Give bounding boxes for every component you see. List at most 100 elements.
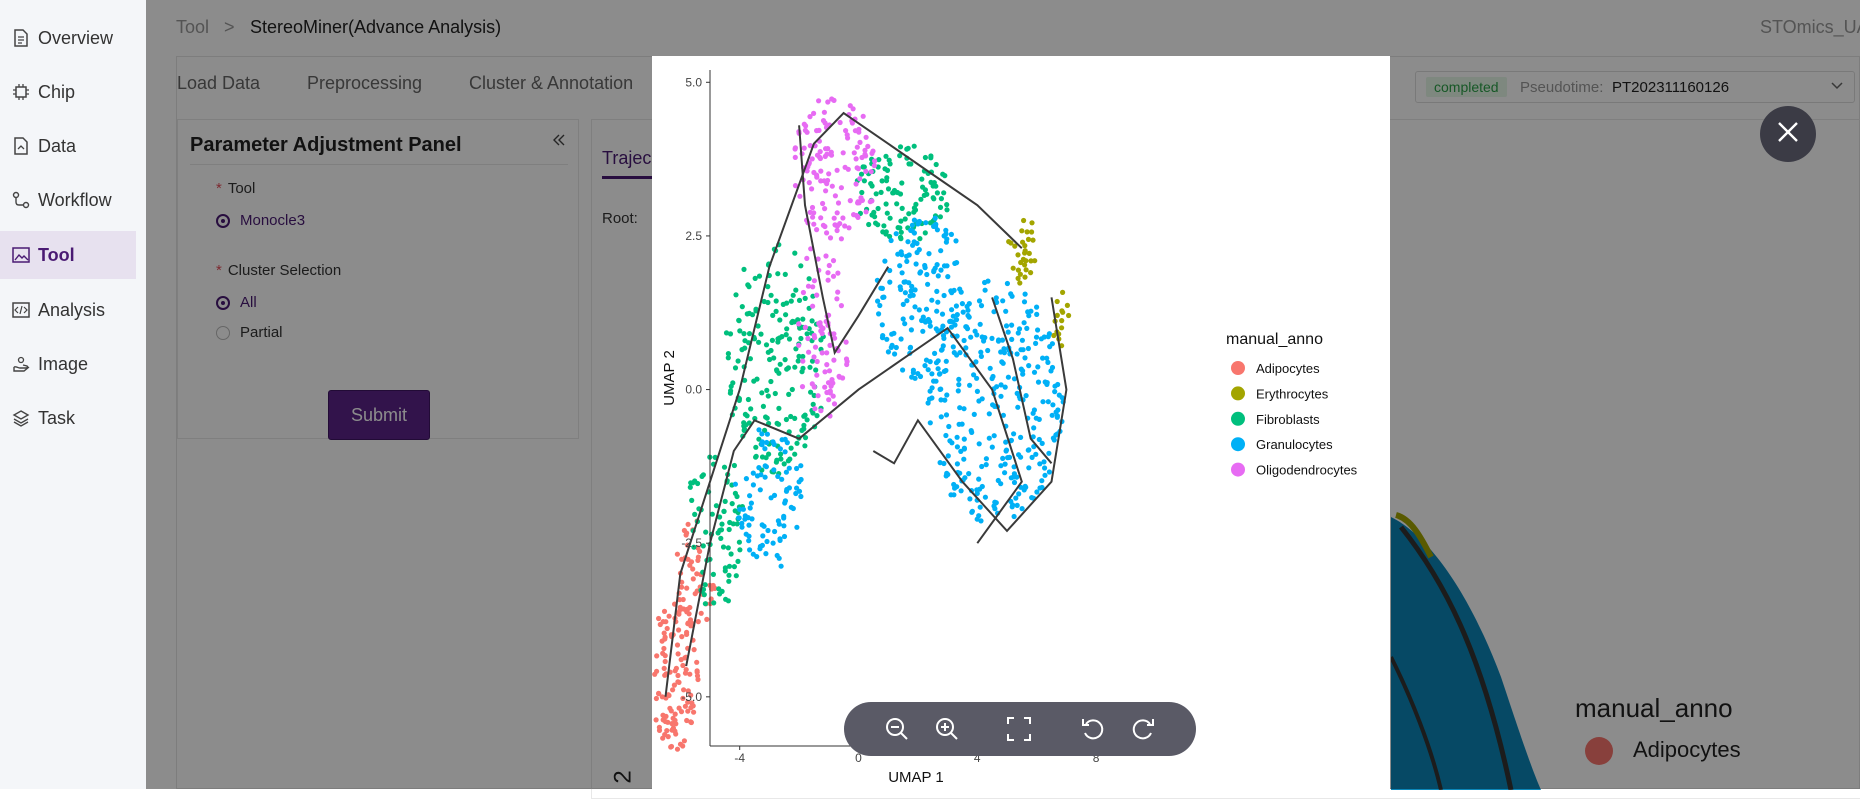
data-point xyxy=(820,222,826,228)
data-point xyxy=(656,615,662,622)
data-point xyxy=(661,630,667,636)
data-point xyxy=(1011,513,1017,520)
data-point xyxy=(834,210,840,216)
data-point xyxy=(985,347,991,354)
data-point xyxy=(887,279,893,285)
close-button[interactable] xyxy=(1760,106,1816,162)
data-point xyxy=(925,367,931,373)
data-point xyxy=(783,312,789,318)
data-point xyxy=(907,344,914,350)
data-point xyxy=(1020,371,1026,377)
data-point xyxy=(899,205,905,211)
data-point xyxy=(662,653,668,659)
data-point xyxy=(881,223,887,229)
sidebar-item-chip[interactable]: Chip xyxy=(0,68,136,116)
data-point xyxy=(776,521,782,527)
sidebar-item-task[interactable]: Task xyxy=(0,394,136,442)
data-point xyxy=(971,372,977,378)
data-point xyxy=(920,184,926,190)
data-point xyxy=(728,551,734,557)
data-point xyxy=(809,204,816,211)
data-point xyxy=(949,307,955,313)
data-point xyxy=(800,365,806,371)
data-point xyxy=(1029,229,1035,235)
data-point xyxy=(1009,336,1015,342)
data-point xyxy=(929,297,935,303)
data-point xyxy=(872,214,878,220)
data-point xyxy=(986,435,992,441)
data-point xyxy=(660,619,666,625)
data-point xyxy=(951,287,957,293)
data-point xyxy=(814,372,820,378)
data-point xyxy=(989,375,995,382)
data-point xyxy=(825,277,831,283)
data-point xyxy=(732,508,738,514)
data-point xyxy=(920,314,926,320)
data-point xyxy=(663,713,669,720)
data-point xyxy=(773,298,779,304)
data-point xyxy=(822,206,828,212)
data-point xyxy=(747,493,753,499)
data-point xyxy=(679,634,685,640)
data-point xyxy=(898,236,904,242)
data-point xyxy=(1016,452,1022,458)
data-point xyxy=(941,292,947,299)
data-point xyxy=(753,454,759,460)
data-point xyxy=(741,266,747,272)
data-point xyxy=(1025,345,1031,352)
data-point xyxy=(773,459,779,465)
sidebar-item-overview[interactable]: Overview xyxy=(0,14,136,62)
data-point xyxy=(912,304,918,310)
image-preview-modal: 5.0 2.5 0.0 -2.5 -5.0 -4 0 4 8 UMAP 1 UMAP 2 manua… xyxy=(652,56,1390,789)
sidebar-item-image[interactable]: Image xyxy=(0,340,136,388)
sidebar-item-label: Analysis xyxy=(38,299,106,320)
data-point xyxy=(908,288,914,294)
data-point xyxy=(1031,369,1038,375)
legend-swatch xyxy=(1231,462,1245,477)
sidebar-item-analysis[interactable]: Analysis xyxy=(0,286,136,334)
data-point xyxy=(899,270,905,276)
data-point xyxy=(983,462,989,468)
data-point xyxy=(810,284,816,290)
data-point xyxy=(825,270,831,276)
data-point xyxy=(1066,312,1072,319)
fullscreen-icon[interactable] xyxy=(1006,716,1032,742)
zoom-in-icon[interactable] xyxy=(934,716,960,742)
data-point xyxy=(782,271,788,277)
data-point xyxy=(1064,302,1070,308)
rotate-left-icon[interactable] xyxy=(1080,716,1106,742)
data-point xyxy=(1019,506,1025,512)
data-point xyxy=(865,143,871,149)
data-point xyxy=(856,126,862,132)
data-point xyxy=(737,547,743,553)
data-point xyxy=(933,161,939,168)
data-point xyxy=(877,302,883,309)
data-point xyxy=(961,337,967,344)
data-point xyxy=(674,642,681,648)
sidebar-item-data[interactable]: Data xyxy=(0,122,136,170)
data-point xyxy=(1034,311,1040,317)
legend-swatch xyxy=(1231,411,1245,426)
data-point xyxy=(832,193,838,199)
zoom-out-icon[interactable] xyxy=(884,716,910,742)
data-point xyxy=(819,350,825,356)
workflow-icon xyxy=(12,191,30,209)
data-point xyxy=(902,321,908,327)
data-point xyxy=(992,506,998,512)
data-point xyxy=(796,353,802,359)
data-point xyxy=(800,289,806,296)
data-point xyxy=(951,492,957,498)
data-point xyxy=(1049,364,1056,371)
data-point xyxy=(674,746,681,752)
data-point xyxy=(758,331,764,337)
data-point xyxy=(739,347,745,353)
data-point xyxy=(959,301,965,307)
data-point xyxy=(778,456,784,462)
rotate-right-icon[interactable] xyxy=(1130,716,1156,742)
sidebar-item-workflow[interactable]: Workflow xyxy=(0,176,136,224)
data-point xyxy=(736,539,742,545)
data-point xyxy=(1019,228,1025,234)
sidebar-item-tool[interactable]: Tool xyxy=(0,231,136,279)
data-point xyxy=(908,327,914,333)
data-point xyxy=(914,249,920,256)
